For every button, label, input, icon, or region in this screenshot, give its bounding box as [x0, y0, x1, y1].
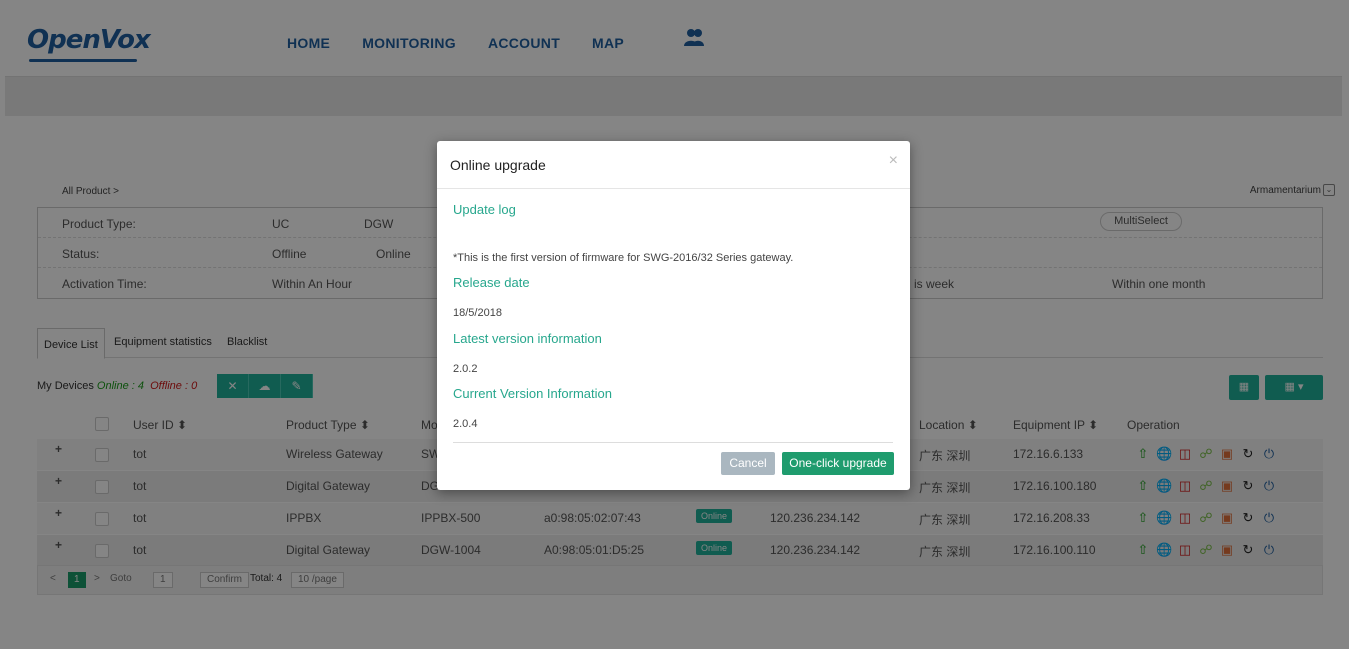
release-date-value: 18/5/2018 — [453, 307, 502, 319]
cancel-button[interactable]: Cancel — [721, 452, 775, 475]
one-click-upgrade-button[interactable]: One-click upgrade — [782, 452, 894, 475]
update-log-text: *This is the first version of firmware f… — [453, 252, 794, 264]
online-upgrade-dialog: Online upgrade × Update log *This is the… — [437, 141, 910, 490]
release-date-heading: Release date — [453, 275, 530, 290]
current-version-value: 2.0.4 — [453, 418, 478, 430]
dialog-title: Online upgrade — [450, 157, 546, 173]
close-icon[interactable]: × — [889, 152, 898, 170]
current-version-heading: Current Version Information — [453, 386, 612, 401]
latest-version-heading: Latest version information — [453, 331, 602, 346]
dialog-header: Online upgrade × — [437, 141, 910, 189]
dialog-divider — [453, 442, 893, 443]
latest-version-value: 2.0.2 — [453, 363, 478, 375]
update-log-heading: Update log — [453, 202, 516, 217]
